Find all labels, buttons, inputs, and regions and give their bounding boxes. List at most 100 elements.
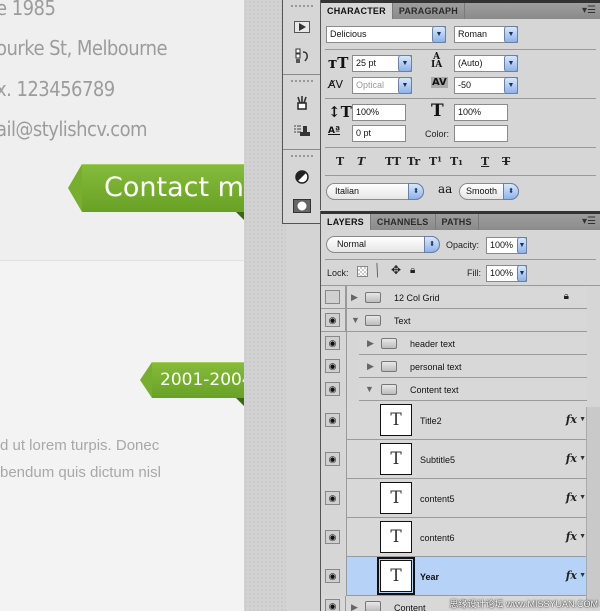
fx-icon[interactable]: fx <box>566 569 577 582</box>
chevron-down-icon[interactable]: ▼ <box>579 572 586 579</box>
eye-icon[interactable]: ◉ <box>325 530 340 544</box>
layer-name: Content <box>394 603 426 611</box>
updown-arrows-icon[interactable]: ⬍ <box>503 183 519 200</box>
tab-character[interactable]: CHARACTER <box>321 3 393 19</box>
language-select[interactable]: Italian ⬍ <box>326 183 424 200</box>
updown-arrows-icon[interactable]: ⬍ <box>424 236 440 253</box>
grip-handle[interactable] <box>291 155 313 157</box>
color-swatch[interactable] <box>454 125 508 142</box>
vertical-scale-field[interactable]: 100% <box>352 104 406 121</box>
chevron-down-icon[interactable]: ▼ <box>579 533 586 540</box>
leading-icon: A IA <box>431 52 443 70</box>
layer-row-text[interactable]: ◉ ▼ Text <box>321 309 587 332</box>
layer-row-year[interactable]: T Year fx ▼ <box>347 557 587 596</box>
masks-icon[interactable] <box>292 197 312 215</box>
eye-icon[interactable]: ◉ <box>325 413 340 427</box>
tool-presets-icon[interactable] <box>292 94 312 112</box>
fx-icon[interactable]: fx <box>566 452 577 465</box>
eye-icon[interactable]: ◉ <box>325 599 340 611</box>
adjustments-icon[interactable] <box>292 168 312 186</box>
layer-row-content-text[interactable]: ▼ Content text <box>359 378 587 401</box>
tab-paths[interactable]: PATHS <box>436 214 479 230</box>
blend-mode-select[interactable]: Normal ⬍ <box>326 236 440 253</box>
history-icon[interactable] <box>292 47 312 65</box>
dock-group <box>283 0 320 75</box>
faux-bold-button[interactable]: T <box>336 155 344 168</box>
opacity-field[interactable]: 100% ▼ <box>486 237 527 254</box>
layer-row-content5[interactable]: T content5 fx ▼ <box>347 479 587 518</box>
expand-arrow-icon[interactable]: ▶ <box>367 338 374 349</box>
fx-icon[interactable]: fx <box>566 413 577 426</box>
baseline-shift-field[interactable]: 0 pt <box>352 125 406 142</box>
tracking-field[interactable]: -50 ▼ <box>454 77 518 94</box>
tab-layers[interactable]: LAYERS <box>321 214 371 230</box>
panel-menu-icon[interactable]: ▾☰ <box>582 216 596 227</box>
tab-channels[interactable]: CHANNELS <box>371 214 436 230</box>
horizontal-scale-field[interactable]: 100% <box>454 104 508 121</box>
fill-field[interactable]: 100% ▼ <box>486 265 527 282</box>
chevron-down-icon[interactable]: ▼ <box>398 77 412 94</box>
panel-menu-icon[interactable]: ▾☰ <box>582 5 596 16</box>
updown-arrows-icon[interactable]: ⬍ <box>408 183 424 200</box>
chevron-down-icon[interactable]: ▼ <box>517 237 527 254</box>
font-family-select[interactable]: Delicious ▼ <box>326 26 446 43</box>
layer-row-personal-text[interactable]: ▶ personal text <box>359 355 587 378</box>
eye-icon[interactable]: ◉ <box>325 491 340 505</box>
chevron-down-icon[interactable]: ▼ <box>579 416 586 423</box>
strikethrough-button[interactable]: T <box>502 155 510 168</box>
leading-field[interactable]: (Auto) ▼ <box>454 55 518 72</box>
underline-button[interactable]: T <box>481 155 489 168</box>
eye-icon[interactable]: ◉ <box>325 452 340 466</box>
chevron-down-icon[interactable]: ▼ <box>579 455 586 462</box>
all-caps-button[interactable]: TT <box>385 155 401 168</box>
font-style-select[interactable]: Roman ▼ <box>454 26 518 43</box>
fx-icon[interactable]: fx <box>566 530 577 543</box>
kerning-field[interactable]: Optical ▼ <box>352 77 412 94</box>
chevron-down-icon[interactable]: ▼ <box>504 26 518 43</box>
eye-icon[interactable]: ◉ <box>325 313 340 327</box>
chevron-down-icon[interactable]: ▼ <box>504 55 518 72</box>
layer-row-content6[interactable]: T content6 fx ▼ <box>347 518 587 557</box>
tab-paragraph[interactable]: PARAGRAPH <box>393 3 465 19</box>
layer-row-title2[interactable]: T Title2 fx ▼ <box>347 401 587 440</box>
eye-icon[interactable]: ◉ <box>325 359 340 373</box>
expand-arrow-icon[interactable]: ▶ <box>367 361 374 372</box>
actions-play-icon[interactable] <box>292 18 312 36</box>
lock-position-move-icon[interactable]: ✥ <box>391 263 401 277</box>
grip-handle[interactable] <box>291 5 313 7</box>
fx-icon[interactable]: fx <box>566 491 577 504</box>
antialias-select[interactable]: Smooth ⬍ <box>459 183 519 200</box>
lock-transparent-icon[interactable] <box>357 266 368 277</box>
font-size-field[interactable]: 25 pt ▼ <box>352 55 412 72</box>
lock-pixels-brush-icon[interactable]: ╱ <box>371 263 384 278</box>
layer-row-header-text[interactable]: ▶ header text <box>359 332 587 355</box>
grip-handle[interactable] <box>291 80 313 82</box>
layer-row-subtitle5[interactable]: T Subtitle5 fx ▼ <box>347 440 587 479</box>
chevron-down-icon[interactable]: ▼ <box>579 494 586 501</box>
faux-italic-button[interactable]: T <box>357 155 365 168</box>
small-caps-button[interactable]: Tr <box>407 155 420 168</box>
clone-source-icon[interactable] <box>292 122 312 140</box>
lock-all-padlock-icon[interactable]: 🔒︎ <box>410 265 415 276</box>
collapse-arrow-icon[interactable]: ▼ <box>365 384 374 394</box>
divider <box>325 259 596 260</box>
year-label: 2001-2004 <box>160 370 244 390</box>
expand-arrow-icon[interactable]: ▶ <box>351 602 358 611</box>
superscript-button[interactable]: T¹ <box>429 155 442 168</box>
chevron-down-icon[interactable]: ▼ <box>398 55 412 72</box>
layers-scrollbar[interactable] <box>586 407 600 607</box>
eye-icon[interactable]: ◉ <box>325 569 340 583</box>
horizontal-scale-icon: T <box>431 101 444 121</box>
chevron-down-icon[interactable]: ▼ <box>517 265 527 282</box>
eye-icon[interactable]: ◉ <box>325 336 340 350</box>
collapse-arrow-icon[interactable]: ▼ <box>351 315 360 325</box>
chevron-down-icon[interactable]: ▼ <box>432 26 446 43</box>
subscript-button[interactable]: T₁ <box>450 155 463 168</box>
layer-name: personal text <box>410 362 462 372</box>
visibility-toggle-off[interactable] <box>325 290 340 304</box>
contact-me-button[interactable]: Contact me <box>68 164 244 220</box>
expand-arrow-icon[interactable]: ▶ <box>351 292 358 303</box>
layer-row-12-col-grid[interactable]: ▶ 12 Col Grid 🔒︎ <box>321 286 587 309</box>
chevron-down-icon[interactable]: ▼ <box>504 77 518 94</box>
eye-icon[interactable]: ◉ <box>325 382 340 396</box>
